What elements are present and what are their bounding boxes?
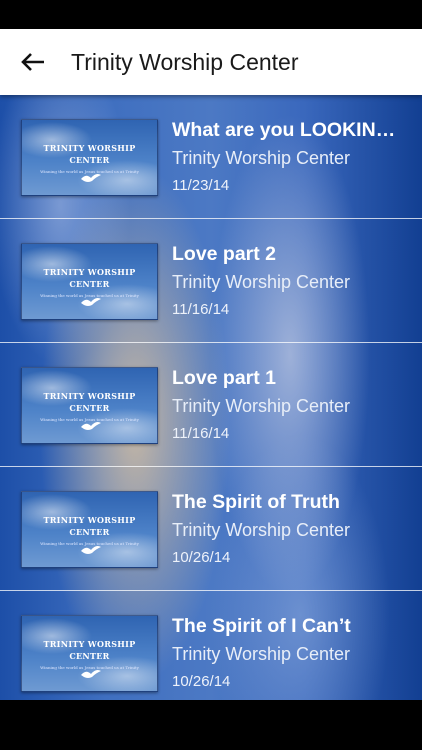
sermon-author: Trinity Worship Center xyxy=(172,644,351,664)
sermon-date: 11/23/14 xyxy=(172,177,230,194)
sermon-author: Trinity Worship Center xyxy=(172,520,351,540)
list-item[interactable]: TRINITY WORSHIP CENTER Winning the world… xyxy=(0,343,422,467)
thumbnail-title: TRINITY WORSHIP CENTER xyxy=(43,515,136,537)
status-bar xyxy=(0,0,422,29)
sermon-thumbnail: TRINITY WORSHIP CENTER Winning the world… xyxy=(21,491,158,568)
sermon-date: 11/16/14 xyxy=(172,301,230,318)
sermon-author: Trinity Worship Center xyxy=(172,396,351,416)
sermon-author: Trinity Worship Center xyxy=(172,148,351,168)
sermon-title: What are you LOOKING FOR? xyxy=(172,119,402,141)
thumbnail-title: TRINITY WORSHIP CENTER xyxy=(43,143,136,165)
app-bar: Trinity Worship Center xyxy=(0,29,422,95)
navigation-bar xyxy=(0,700,422,750)
sermon-title: Love part 2 xyxy=(172,243,277,265)
sermon-thumbnail: TRINITY WORSHIP CENTER Winning the world… xyxy=(21,615,158,692)
sermon-list[interactable]: TRINITY WORSHIP CENTER Winning the world… xyxy=(0,95,422,700)
sermon-thumbnail: TRINITY WORSHIP CENTER Winning the world… xyxy=(21,367,158,444)
sermon-title: The Spirit of Truth xyxy=(172,491,340,513)
sermon-date: 10/26/14 xyxy=(172,673,231,690)
back-button[interactable] xyxy=(14,44,52,80)
sermon-author: Trinity Worship Center xyxy=(172,272,351,292)
dove-icon xyxy=(81,298,101,306)
sermon-thumbnail: TRINITY WORSHIP CENTER Winning the world… xyxy=(21,119,158,196)
thumbnail-title: TRINITY WORSHIP CENTER xyxy=(43,639,136,661)
arrow-left-icon xyxy=(21,53,44,71)
sermon-date: 11/16/14 xyxy=(172,425,230,442)
list-item[interactable]: TRINITY WORSHIP CENTER Winning the world… xyxy=(0,95,422,219)
list-item[interactable]: TRINITY WORSHIP CENTER Winning the world… xyxy=(0,591,422,700)
thumbnail-title: TRINITY WORSHIP CENTER xyxy=(43,267,136,289)
dove-icon xyxy=(81,174,101,182)
dove-icon xyxy=(81,670,101,678)
sermon-title: Love part 1 xyxy=(172,367,277,389)
page-title: Trinity Worship Center xyxy=(71,49,299,75)
dove-icon xyxy=(81,422,101,430)
list-item[interactable]: TRINITY WORSHIP CENTER Winning the world… xyxy=(0,219,422,343)
sermon-title: The Spirit of I Can’t xyxy=(172,615,351,637)
thumbnail-title: TRINITY WORSHIP CENTER xyxy=(43,391,136,413)
dove-icon xyxy=(81,546,101,554)
list-item[interactable]: TRINITY WORSHIP CENTER Winning the world… xyxy=(0,467,422,591)
sermon-thumbnail: TRINITY WORSHIP CENTER Winning the world… xyxy=(21,243,158,320)
sermon-date: 10/26/14 xyxy=(172,549,231,566)
